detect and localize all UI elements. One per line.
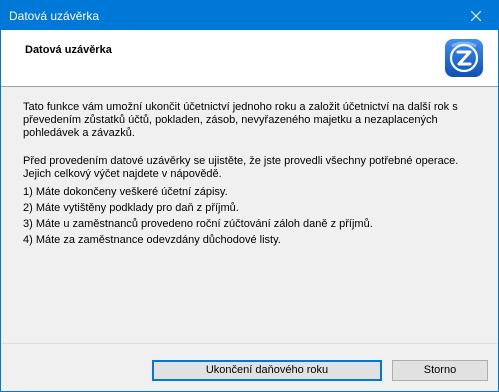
footer-divider: [1, 343, 498, 344]
close-tax-year-button[interactable]: Ukončení daňového roku: [152, 360, 382, 381]
checklist: 1) Máte dokončeny veškeré účetní zápisy.…: [23, 186, 478, 247]
dialog-content: Tato funkce vám umožní ukončit účetnictv…: [23, 101, 478, 250]
header-title: Datová uzávěrka: [25, 44, 112, 56]
list-item: 4) Máte za zaměstnance odevzdány důchodo…: [23, 234, 281, 246]
list-item: 2) Máte vytištěny podklady pro daň z pří…: [23, 202, 239, 214]
dialog-header: Datová uzávěrka: [1, 30, 498, 87]
app-logo-icon: [445, 39, 483, 77]
check-intro-text: Před provedením datové uzávěrky se ujist…: [23, 155, 459, 180]
close-button[interactable]: [453, 1, 498, 30]
list-item: 1) Máte dokončeny veškeré účetní zápisy.: [23, 186, 228, 198]
close-icon: [470, 10, 481, 21]
cancel-button[interactable]: Storno: [392, 360, 488, 381]
dialog-window: Datová uzávěrka Datová uzávěrka Tato fun…: [0, 0, 499, 392]
intro-text: Tato funkce vám umožní ukončit účetnictv…: [23, 101, 458, 139]
window-title: Datová uzávěrka: [9, 9, 100, 23]
title-bar[interactable]: Datová uzávěrka: [1, 1, 498, 30]
list-item: 3) Máte u zaměstnanců provedeno roční zú…: [23, 218, 373, 230]
